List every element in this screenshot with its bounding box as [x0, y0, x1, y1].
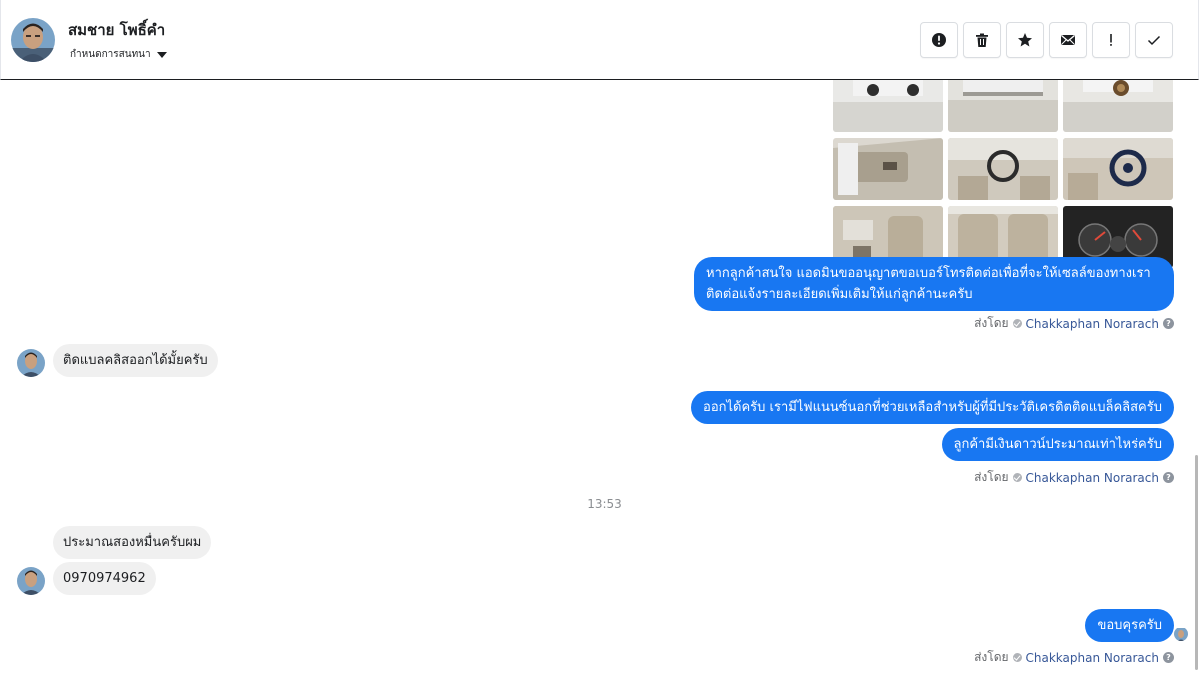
agent-name-link[interactable]: Chakkaphan Norarach	[1026, 317, 1159, 331]
conversation-toolbar	[920, 22, 1173, 58]
incoming-message-bubble[interactable]: ติดแบลคลิสออกได้มั้ยครับ	[53, 344, 218, 377]
contact-avatar[interactable]	[11, 18, 55, 62]
message-text: หากลูกค้าสนใจ แอดมินขออนุญาตขอเบอร์โทรติ…	[706, 266, 1151, 281]
outgoing-message-bubble[interactable]: ออกได้ครับ เรามีไฟแนนซ์นอกที่ช่วยเหลือสำ…	[691, 391, 1174, 424]
agent-name-link[interactable]: Chakkaphan Norarach	[1026, 471, 1159, 485]
car-photo-exterior[interactable]	[948, 80, 1058, 132]
delete-button[interactable]	[963, 22, 1001, 58]
car-photo-interior[interactable]	[948, 138, 1058, 200]
sent-by-prefix: ส่งโดย	[974, 650, 1009, 664]
verified-check-icon	[1012, 319, 1022, 328]
mark-done-button[interactable]	[1135, 22, 1173, 58]
seen-receipt-avatar	[1174, 627, 1188, 641]
thread-scrollbar[interactable]	[1195, 455, 1198, 670]
sent-by-label: ส่งโดย Chakkaphan Norarach ?	[974, 468, 1174, 487]
verified-check-icon	[1012, 473, 1022, 482]
star-button[interactable]	[1006, 22, 1044, 58]
message-text: ลูกค้ามีเงินดาวน์ประมาณเท่าไหร่ครับ	[953, 437, 1163, 452]
sent-by-label: ส่งโดย Chakkaphan Norarach ?	[974, 314, 1174, 333]
incoming-message-bubble[interactable]: ประมาณสองหมื่นครับผม	[53, 526, 212, 559]
message-text: ประมาณสองหมื่นครับผม	[63, 535, 202, 550]
star-icon	[1018, 33, 1032, 47]
mark-unread-button[interactable]	[1049, 22, 1087, 58]
help-icon[interactable]: ?	[1163, 318, 1174, 329]
message-text: ขอบคุรครับ	[1097, 618, 1162, 633]
sent-by-prefix: ส่งโดย	[974, 316, 1009, 330]
car-photo-interior[interactable]	[833, 138, 943, 200]
alert-circle-icon	[932, 33, 946, 47]
outgoing-message-bubble[interactable]: ลูกค้ามีเงินดาวน์ประมาณเท่าไหร่ครับ	[941, 428, 1174, 461]
sent-by-label: ส่งโดย Chakkaphan Norarach ?	[974, 648, 1174, 667]
envelope-icon	[1061, 35, 1075, 45]
car-photo-exterior[interactable]	[1063, 80, 1173, 132]
help-icon[interactable]: ?	[1163, 472, 1174, 483]
message-text: ติดแบลคลิสออกได้มั้ยครับ	[63, 353, 208, 368]
assign-conversation-label: กำหนดการสนทนา	[70, 49, 151, 60]
checkmark-icon	[1147, 35, 1161, 46]
outgoing-message-bubble[interactable]: ขอบคุรครับ	[1085, 609, 1174, 642]
verified-check-icon	[1012, 653, 1022, 662]
contact-avatar-small[interactable]	[17, 349, 45, 377]
conversation-header: สมชาย โพธิ์คำ กำหนดการสนทนา	[0, 0, 1199, 80]
incoming-message-bubble[interactable]: 0970974962	[53, 562, 156, 595]
important-button[interactable]	[1092, 22, 1130, 58]
sent-by-prefix: ส่งโดย	[974, 470, 1009, 484]
contact-name: สมชาย โพธิ์คำ	[68, 21, 166, 39]
outgoing-message-bubble[interactable]: หากลูกค้าสนใจ แอดมินขออนุญาตขอเบอร์โทรติ…	[694, 257, 1174, 311]
help-icon[interactable]: ?	[1163, 652, 1174, 663]
exclamation-icon	[1110, 34, 1112, 46]
spam-alert-button[interactable]	[920, 22, 958, 58]
trash-icon	[976, 33, 988, 47]
message-thread[interactable]: หากลูกค้าสนใจ แอดมินขออนุญาตขอเบอร์โทรติ…	[0, 80, 1199, 693]
assign-conversation-dropdown[interactable]: กำหนดการสนทนา	[70, 47, 167, 62]
message-timestamp: 13:53	[587, 497, 622, 511]
agent-name-link[interactable]: Chakkaphan Norarach	[1026, 651, 1159, 665]
photo-attachment-grid	[833, 80, 1173, 268]
car-photo-interior[interactable]	[1063, 138, 1173, 200]
message-text: 0970974962	[63, 571, 146, 586]
contact-avatar-small[interactable]	[17, 567, 45, 595]
message-text: ติดต่อแจ้งรายละเอียดเพิ่มเติมให้แก่ลูกค้…	[706, 287, 973, 302]
caret-down-icon	[156, 51, 167, 58]
message-text: ออกได้ครับ เรามีไฟแนนซ์นอกที่ช่วยเหลือสำ…	[703, 400, 1162, 415]
car-photo-exterior[interactable]	[833, 80, 943, 132]
